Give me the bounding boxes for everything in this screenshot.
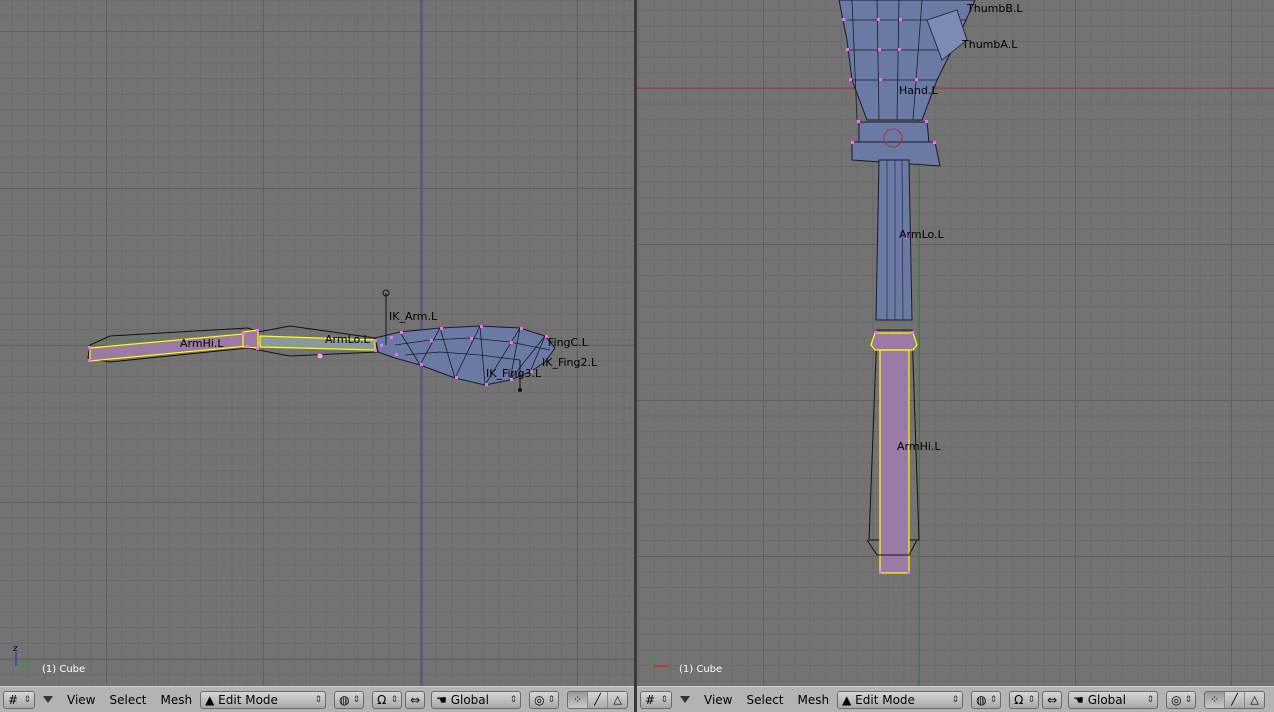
axis-gizmo: z [13,644,32,667]
pivot-icon: ◎ [534,692,545,707]
bone-label-ik-fing2: IK_Fing2.L [542,356,598,369]
hand-icon: ☚ [436,692,447,707]
pivot-button[interactable]: ◎ [529,690,560,709]
bone-label-armhi: ArmHi.L [897,440,941,453]
transform-widget-button[interactable]: ⇔ [405,690,426,709]
select-mode-group: ⁘ ╱ △ [1204,690,1266,709]
hand-icon: ☚ [1073,692,1084,707]
vertex-select-icon[interactable]: ⁘ [1205,691,1226,708]
face-select-icon[interactable]: △ [1245,691,1265,708]
view-menu[interactable]: View [67,693,95,707]
object-label: (1) Cube [42,664,86,675]
magnet-icon: Ω [377,692,387,707]
collapse-menu-icon[interactable] [43,696,53,703]
snap-button[interactable]: Ω [372,690,403,709]
view-menu[interactable]: View [704,693,732,707]
arrows-icon: ⇔ [410,692,421,707]
left-scene: IK_Arm.L ArmLo.L ArmHi.L IK_Fing2.L IK_F… [0,0,634,686]
left-viewport-header: # View Select Mesh ▲ Edit Mode ◍ Ω ⇔ ☚ G… [0,686,634,712]
window-type-button[interactable]: # [640,690,672,709]
bone-label-armhi: ArmHi.L [180,337,224,350]
bone-label-ik-fing3: IK_Fing3.L [486,367,542,380]
left-3d-viewport[interactable]: IK_Arm.L ArmLo.L ArmHi.L IK_Fing2.L IK_F… [0,0,634,686]
draw-type-button[interactable]: ◍ [334,690,365,709]
window-type-button[interactable]: # [3,690,35,709]
orientation-label: Global [1087,692,1126,707]
collapse-menu-icon[interactable] [680,696,690,703]
svg-text:z: z [13,644,18,654]
bone-label-thumba: ThumbA.L [961,38,1018,51]
magnet-icon: Ω [1014,692,1024,707]
transform-widget-button[interactable]: ⇔ [1042,690,1063,709]
right-3d-viewport[interactable]: ThumbB.L ThumbA.L Hand.L ArmLo.L ArmHi.L… [637,0,1274,686]
pivot-icon: ◎ [1171,692,1182,707]
edit-mode-icon: ▲ [842,692,852,707]
mesh-menu[interactable]: Mesh [798,693,830,707]
mode-label: Edit Mode [218,692,278,707]
orientation-label: Global [450,692,489,707]
select-menu[interactable]: Select [109,693,146,707]
bone-label-hand: Hand.L [899,84,938,97]
cube-icon: ◍ [976,692,987,707]
draw-type-button[interactable]: ◍ [971,690,1002,709]
bone-label-thumbb: ThumbB.L [966,2,1023,15]
pivot-button[interactable]: ◎ [1166,690,1197,709]
snap-button[interactable]: Ω [1009,690,1040,709]
bone-label-ik-arm: IK_Arm.L [389,310,438,323]
edge-select-icon[interactable]: ╱ [588,691,609,708]
edge-select-icon[interactable]: ╱ [1225,691,1246,708]
mesh-menu[interactable]: Mesh [161,693,193,707]
bone-label-armlo: ArmLo.L [899,228,945,241]
axis-gizmo [652,650,669,667]
upperarm-joint[interactable] [870,332,918,351]
mode-dropdown[interactable]: ▲ Edit Mode [837,690,964,709]
orientation-dropdown[interactable]: ☚ Global [431,690,522,709]
arrows-icon: ⇔ [1047,692,1058,707]
upperarm-bone[interactable] [89,333,249,362]
upperarm-bone[interactable] [879,349,910,574]
edit-mode-icon: ▲ [205,692,215,707]
orientation-dropdown[interactable]: ☚ Global [1068,690,1159,709]
mode-label: Edit Mode [855,692,915,707]
right-viewport-header: # View Select Mesh ▲ Edit Mode ◍ Ω ⇔ ☚ G… [637,686,1274,712]
mode-dropdown[interactable]: ▲ Edit Mode [200,690,327,709]
vertex-select-icon[interactable]: ⁘ [568,691,589,708]
face-select-icon[interactable]: △ [608,691,628,708]
select-menu[interactable]: Select [746,693,783,707]
bone-label-armlo: ArmLo.L [325,333,371,346]
grid-icon: # [8,692,19,707]
object-label: (1) Cube [679,664,723,675]
grid-icon: # [645,692,656,707]
right-scene: ThumbB.L ThumbA.L Hand.L ArmLo.L ArmHi.L [637,0,1274,686]
cube-icon: ◍ [339,692,350,707]
bone-label-fingc: FingC.L [548,336,589,349]
select-mode-group: ⁘ ╱ △ [567,690,629,709]
